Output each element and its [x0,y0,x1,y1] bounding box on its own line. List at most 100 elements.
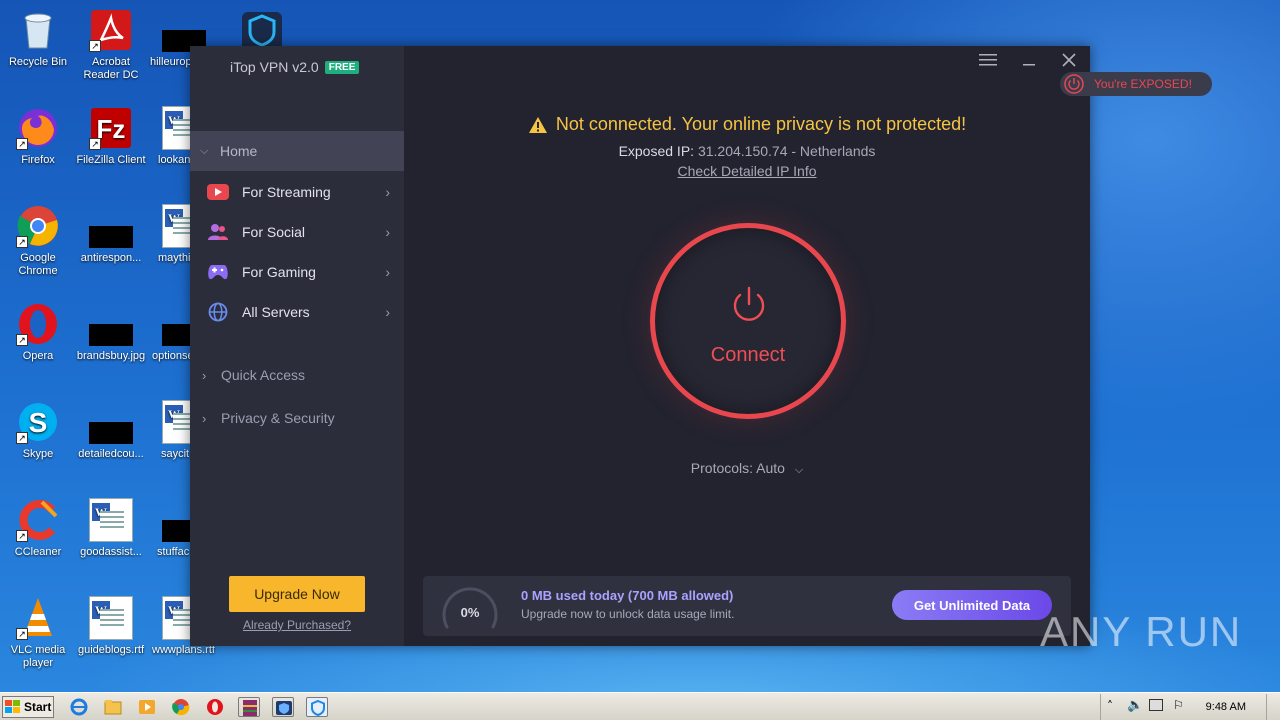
chevron-right-icon: › [385,184,390,200]
desktop-icon-label: brandsbuy.jpg [76,350,146,362]
play-icon [206,182,230,202]
desktop-icon-label: guideblogs.rtf [77,644,145,656]
desktop-icon-label: Firefox [21,154,55,166]
close-icon [1062,53,1076,67]
shortcut-arrow-icon: ↗ [16,236,28,248]
desktop-icon-file[interactable]: detailedcou... [73,400,149,461]
taskbar-app-icon[interactable] [272,697,294,717]
connect-button[interactable]: Connect [650,223,846,419]
opera-icon: ↗ [16,302,60,346]
nav-item-label: For Social [242,224,306,240]
acrobat-icon: ↗ [89,8,133,52]
system-tray: ˄ 🔈 ⚐ 9:48 AM [1100,694,1280,720]
clock[interactable]: 9:48 AM [1206,701,1246,713]
start-button[interactable]: Start [2,696,54,718]
free-badge: FREE [324,60,360,74]
chevron-right-icon: › [385,304,390,320]
connect-label: Connect [710,344,786,366]
shortcut-arrow-icon: ↗ [16,138,28,150]
nav-sub-label: Privacy & Security [221,410,335,426]
network-icon[interactable] [1149,699,1163,711]
nav-sub-label: Quick Access [221,367,306,383]
nav-item-streaming[interactable]: For Streaming › [190,172,404,212]
nav-item-social[interactable]: For Social › [190,212,404,252]
nav-quick-access[interactable]: › Quick Access [190,360,404,390]
shortcut-arrow-icon: ↗ [89,138,101,150]
windows-logo-icon [5,700,20,713]
sidebar: iTop VPN v2.0 FREE ⌵ Home For Streaming … [190,46,404,646]
start-label: Start [24,700,52,714]
shortcut-arrow-icon: ↗ [89,40,101,52]
desktop-icon-label: antirespon... [80,252,142,264]
exposed-badge[interactable]: You're EXPOSED! [1060,72,1212,96]
desktop-icon-file[interactable]: W goodassist... [73,498,149,559]
nav-item-all-servers[interactable]: All Servers › [190,292,404,332]
explorer-folder-icon[interactable] [102,697,124,717]
shortcut-arrow-icon: ↗ [16,628,28,640]
check-ip-info-link[interactable]: Check Detailed IP Info [404,163,1090,179]
flag-icon[interactable]: ⚐ [1173,698,1184,712]
ie-icon[interactable] [68,697,90,717]
get-unlimited-data-button[interactable]: Get Unlimited Data [892,590,1052,620]
power-icon [1064,74,1084,94]
chevron-right-icon: › [385,224,390,240]
globe-icon [206,302,230,322]
desktop-icon-firefox[interactable]: ↗ Firefox [0,106,76,167]
people-icon [206,222,230,242]
vlc-cone-icon: ↗ [16,596,60,640]
minimize-button[interactable] [1016,52,1042,74]
volume-icon[interactable]: 🔈 [1127,698,1143,713]
ip-label: Exposed IP: [618,143,695,159]
itop-vpn-taskbar-icon[interactable] [306,697,328,717]
desktop-icon-ccleaner[interactable]: ↗ CCleaner [0,498,76,559]
minimize-icon [1023,64,1035,66]
desktop-icon-vlc[interactable]: ↗ VLC media player [0,596,76,670]
chevron-right-icon: › [385,264,390,280]
protocols-dropdown[interactable]: Protocols: Auto ⌵ [404,460,1090,477]
itop-vpn-shortcut-icon[interactable] [242,12,282,47]
usage-title: 0 MB used today (700 MB allowed) [521,588,734,603]
desktop-icon-skype[interactable]: S ↗ Skype [0,400,76,461]
desktop-icon-chrome[interactable]: ↗ Google Chrome [0,204,76,278]
desktop-icon-label: Opera [22,350,54,362]
media-player-icon[interactable] [136,697,158,717]
gamepad-icon [206,262,230,282]
desktop-icon-recycle-bin[interactable]: Recycle Bin [0,8,76,69]
tray-expand-icon[interactable]: ˄ [1107,699,1113,713]
desktop-icon-opera[interactable]: ↗ Opera [0,302,76,363]
app-brand: iTop VPN v2.0 FREE [230,59,360,75]
shortcut-arrow-icon: ↗ [16,334,28,346]
winrar-icon[interactable] [238,697,260,717]
desktop-icon-file[interactable]: brandsbuy.jpg [73,302,149,363]
desktop-icon-acrobat[interactable]: ↗ Acrobat Reader DC [73,8,149,82]
nav-home[interactable]: ⌵ Home [190,131,404,171]
shortcut-arrow-icon: ↗ [16,432,28,444]
desktop-icon-file[interactable]: W guideblogs.rtf [73,596,149,657]
chevron-down-icon: ⌵ [794,464,804,476]
nav-item-label: For Streaming [242,184,331,200]
svg-text:S: S [29,407,48,438]
anyrun-watermark: ANY RUN [1040,608,1242,656]
menu-button[interactable] [975,52,1001,74]
chrome-icon[interactable] [170,697,192,717]
nav-home-label: Home [220,143,258,159]
desktop-icon-label: Recycle Bin [8,56,68,68]
opera-icon[interactable] [204,697,226,717]
nav-privacy-security[interactable]: › Privacy & Security [190,403,404,433]
chrome-icon: ↗ [16,204,60,248]
protocols-label: Protocols: Auto [690,460,785,476]
desktop-icon-file[interactable]: antirespon... [73,204,149,265]
itop-vpn-window: iTop VPN v2.0 FREE ⌵ Home For Streaming … [190,46,1090,646]
desktop-icon-label: goodassist... [80,546,142,558]
upgrade-now-button[interactable]: Upgrade Now [229,576,365,612]
show-desktop-button[interactable] [1266,694,1280,720]
redacted-file-icon [89,204,133,248]
power-icon [733,286,765,321]
nav-item-gaming[interactable]: For Gaming › [190,252,404,292]
desktop-icon-filezilla[interactable]: Fz ↗ FileZilla Client [73,106,149,167]
close-button[interactable] [1056,52,1082,74]
nav-item-label: For Gaming [242,264,316,280]
already-purchased-link[interactable]: Already Purchased? [190,618,404,632]
ip-value: 31.204.150.74 - Netherlands [697,143,876,159]
status-message: Not connected. Your online privacy is no… [555,114,967,134]
